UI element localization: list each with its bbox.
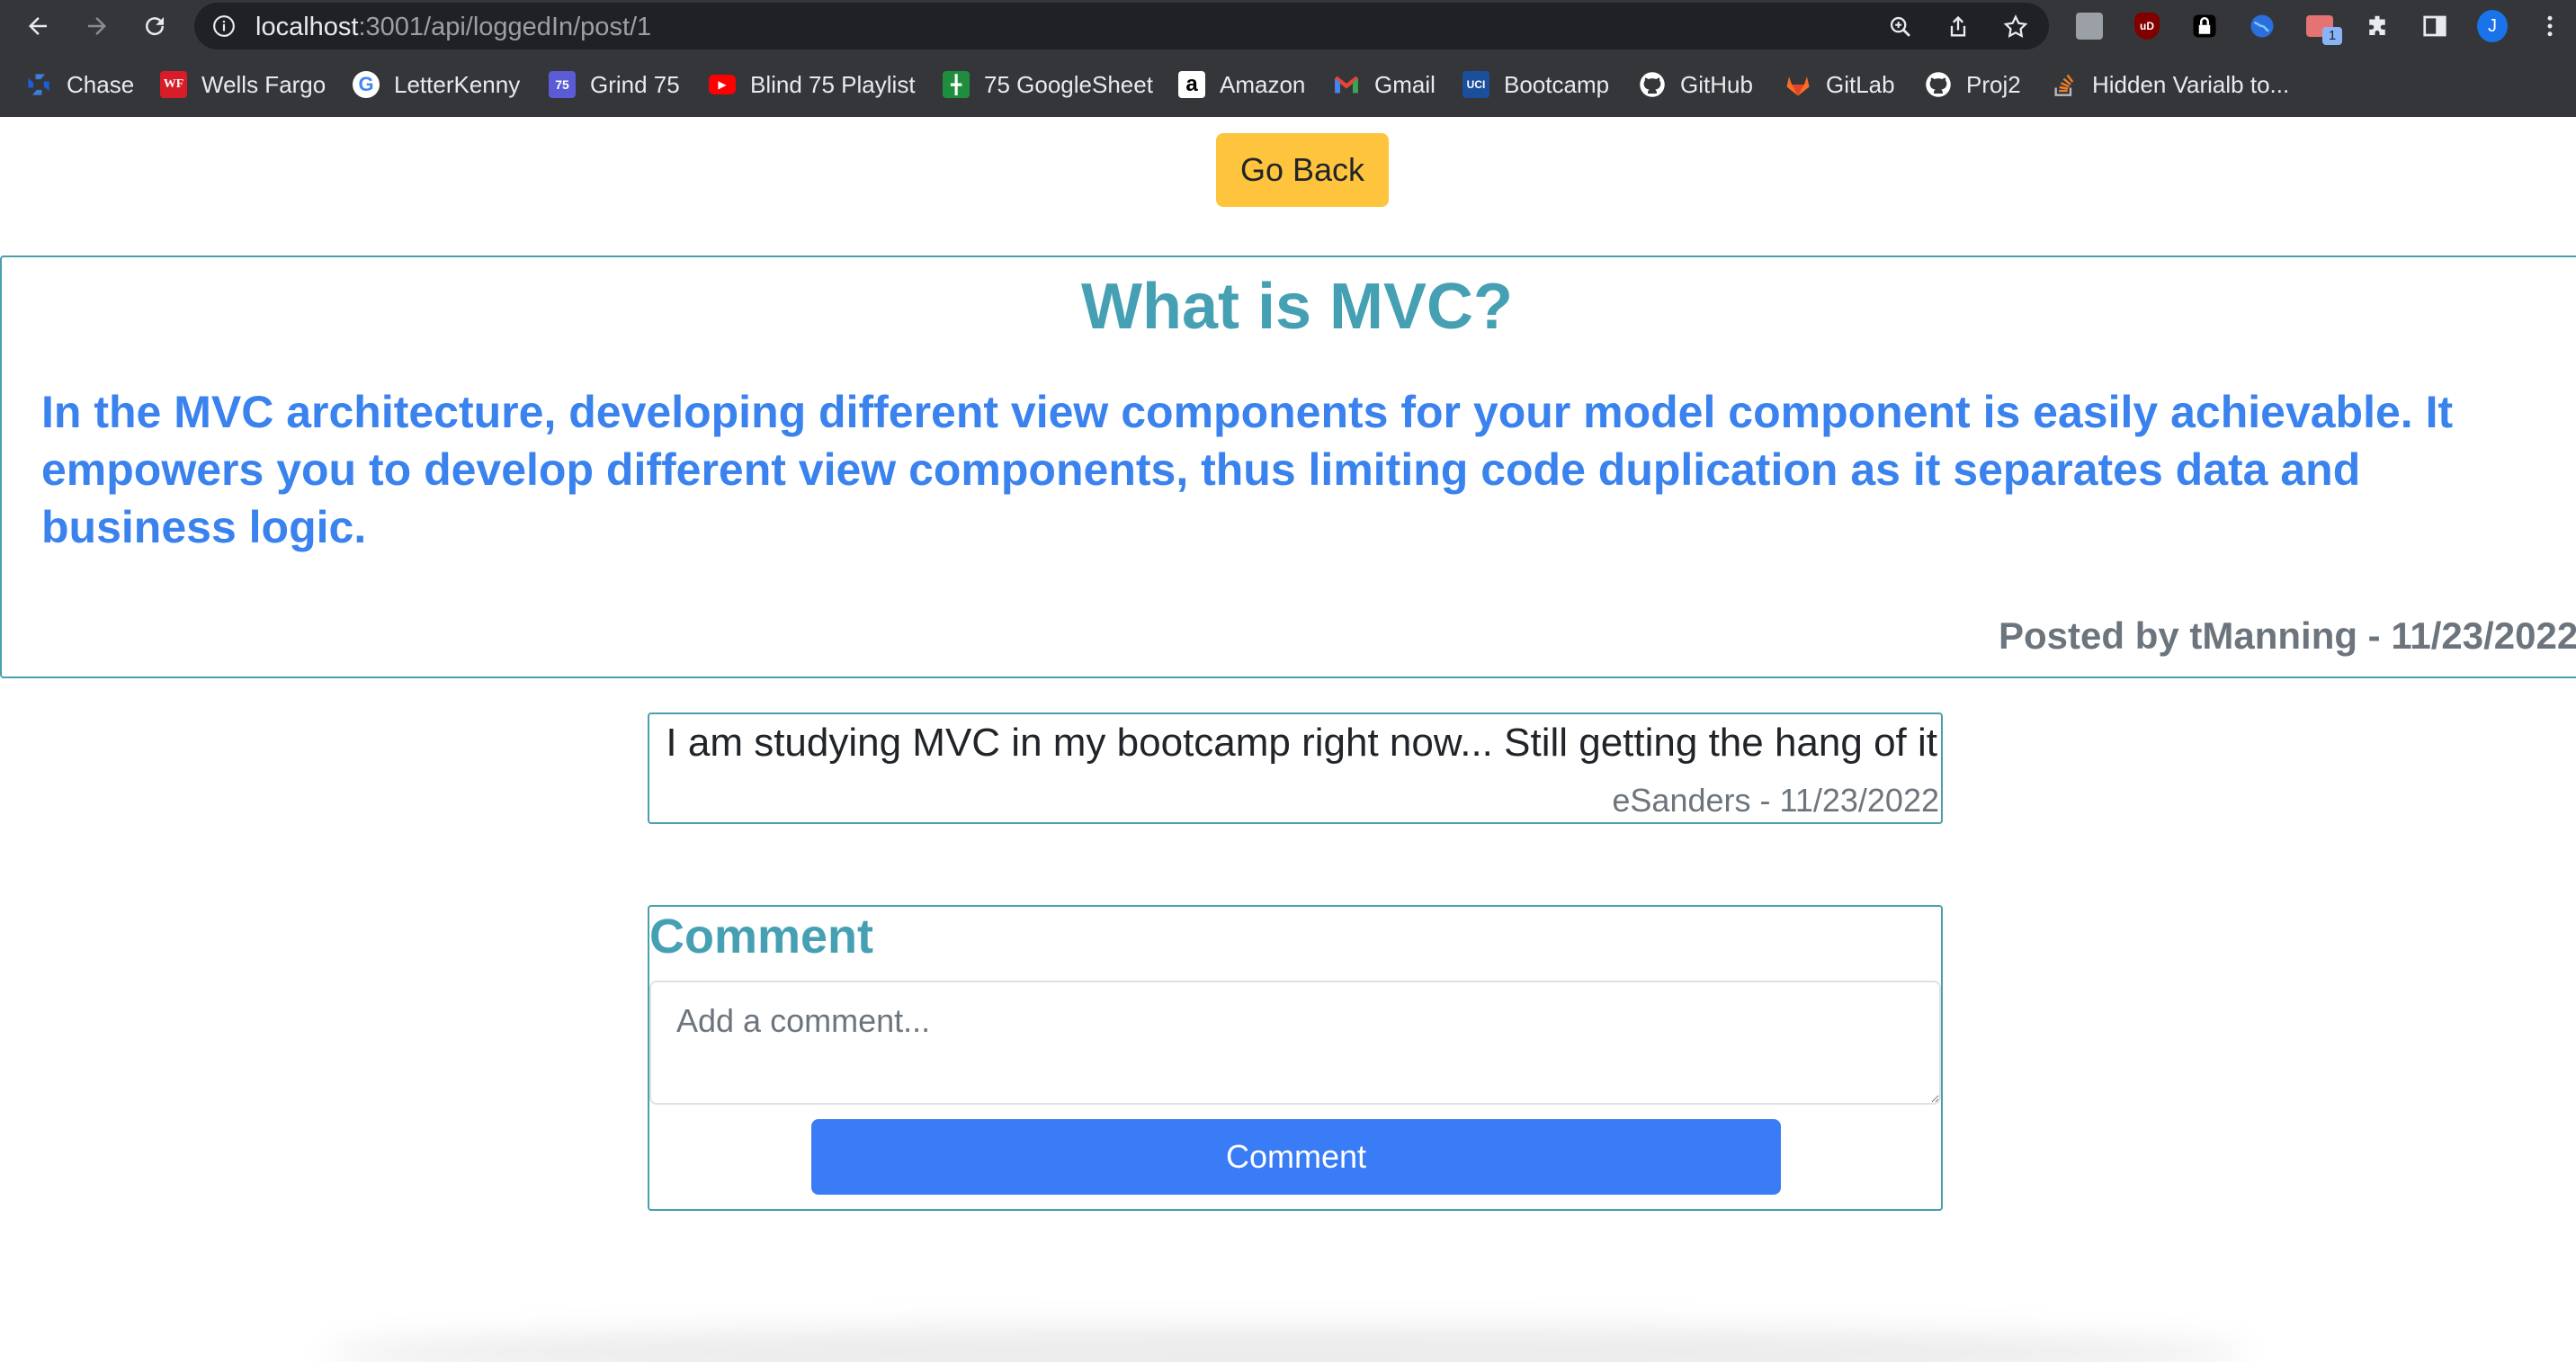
bookmark-gitlab[interactable]: GitLab xyxy=(1784,68,1895,101)
address-bar[interactable]: localhost:3001/api/loggedIn/post/1 xyxy=(194,3,2049,49)
gitlab-icon xyxy=(1784,71,1811,98)
gmail-icon xyxy=(1333,71,1360,98)
lock-extension-icon[interactable] xyxy=(2189,11,2220,41)
bookmark-label: Blind 75 Playlist xyxy=(750,71,916,98)
bookmark-label: GitLab xyxy=(1826,71,1895,98)
bookmark-amazon[interactable]: a Amazon xyxy=(1178,68,1305,101)
submit-comment-button[interactable]: Comment xyxy=(811,1119,1781,1195)
amazon-icon: a xyxy=(1178,71,1205,98)
comment-text: I am studying MVC in my bootcamp right n… xyxy=(666,721,1937,765)
bookmark-gmail[interactable]: Gmail xyxy=(1333,68,1436,101)
chase-icon xyxy=(25,71,52,98)
page-content: Go Back What is MVC? In the MVC architec… xyxy=(0,117,2576,1362)
profile-avatar[interactable]: J xyxy=(2477,10,2508,42)
comment-meta: eSanders - 11/23/2022 xyxy=(1612,782,1939,819)
bookmark-label: 75 GoogleSheet xyxy=(984,71,1153,98)
puzzle-extensions-icon[interactable] xyxy=(2362,11,2393,41)
comment-card: I am studying MVC in my bootcamp right n… xyxy=(648,712,1943,824)
site-info-icon[interactable] xyxy=(212,14,236,38)
zoom-icon[interactable] xyxy=(1887,13,1914,40)
github-icon xyxy=(1639,71,1666,98)
bookmark-label: Gmail xyxy=(1374,71,1436,98)
stackoverflow-icon xyxy=(2051,71,2078,98)
grind75-icon: 75 xyxy=(549,71,576,98)
reload-icon[interactable] xyxy=(137,8,173,44)
share-icon[interactable] xyxy=(1945,13,1972,40)
bookmark-grind-75[interactable]: 75 Grind 75 xyxy=(549,68,680,101)
bookmark-star-icon[interactable] xyxy=(2002,13,2029,40)
browser-toolbar: localhost:3001/api/loggedIn/post/1 uD 1 … xyxy=(0,0,2576,52)
bookmarks-bar: Chase WF Wells Fargo G LetterKenny 75 Gr… xyxy=(0,52,2576,117)
bookmark-label: Amazon xyxy=(1220,71,1306,98)
bookmark-label: Chase xyxy=(67,71,135,98)
bookmark-wells-fargo[interactable]: WF Wells Fargo xyxy=(160,68,326,101)
ublock-icon[interactable]: uD xyxy=(2132,11,2162,41)
bookmark-label: Bootcamp xyxy=(1504,71,1610,98)
post-card: What is MVC? In the MVC architecture, de… xyxy=(0,255,2576,678)
profile-initial: J xyxy=(2477,10,2508,42)
extension-icon-1[interactable] xyxy=(2074,11,2105,41)
go-back-button[interactable]: Go Back xyxy=(1216,133,1389,207)
url-text[interactable]: localhost:3001/api/loggedIn/post/1 xyxy=(255,13,651,40)
bookmark-label: Grind 75 xyxy=(590,71,680,98)
post-title: What is MVC? xyxy=(1081,271,1513,343)
google-icon: G xyxy=(353,71,380,98)
back-arrow-icon[interactable] xyxy=(20,8,56,44)
extension-badge: 1 xyxy=(2322,27,2342,45)
bookmark-label: Hidden Varialb to... xyxy=(2092,71,2290,98)
uci-icon: UCI xyxy=(1462,71,1489,98)
url-host: localhost xyxy=(255,13,359,41)
bookmark-github[interactable]: GitHub xyxy=(1639,68,1753,101)
wells-fargo-icon: WF xyxy=(160,71,187,98)
bookmark-chase[interactable]: Chase xyxy=(25,68,134,101)
bookmark-blind-75-playlist[interactable]: ▶ Blind 75 Playlist xyxy=(709,68,916,101)
youtube-icon: ▶ xyxy=(709,75,736,94)
comment-form-heading: Comment xyxy=(649,909,874,963)
bookmark-75-googlesheet[interactable]: ╋ 75 GoogleSheet xyxy=(943,68,1153,101)
page-bottom-shadow xyxy=(324,1326,2249,1362)
video-extension-icon[interactable]: 1 xyxy=(2304,11,2342,45)
side-panel-icon[interactable] xyxy=(2419,11,2450,41)
post-body: In the MVC architecture, developing diff… xyxy=(41,387,2454,552)
forward-arrow-icon[interactable] xyxy=(79,8,115,44)
globe-extension-icon[interactable] xyxy=(2247,11,2277,41)
kebab-menu-icon[interactable] xyxy=(2535,11,2565,41)
url-path: :3001/api/loggedIn/post/1 xyxy=(358,13,652,41)
bookmark-bootcamp[interactable]: UCI Bootcamp xyxy=(1462,68,1609,101)
comment-form: Comment Comment xyxy=(648,905,1943,1211)
bookmark-letterkenny[interactable]: G LetterKenny xyxy=(353,68,520,101)
github-icon xyxy=(1925,71,1952,98)
bookmark-label: LetterKenny xyxy=(394,71,521,98)
bookmark-label: Proj2 xyxy=(1966,71,2021,98)
bookmark-label: GitHub xyxy=(1680,71,1753,98)
bookmark-proj2[interactable]: Proj2 xyxy=(1925,68,2021,101)
bookmark-hidden-variable[interactable]: Hidden Varialb to... xyxy=(2051,68,2289,101)
post-meta: Posted by tManning - 11/23/2022 xyxy=(1999,614,2576,657)
sheets-icon: ╋ xyxy=(943,71,970,98)
comment-input[interactable] xyxy=(649,981,1941,1105)
bookmark-label: Wells Fargo xyxy=(201,71,326,98)
